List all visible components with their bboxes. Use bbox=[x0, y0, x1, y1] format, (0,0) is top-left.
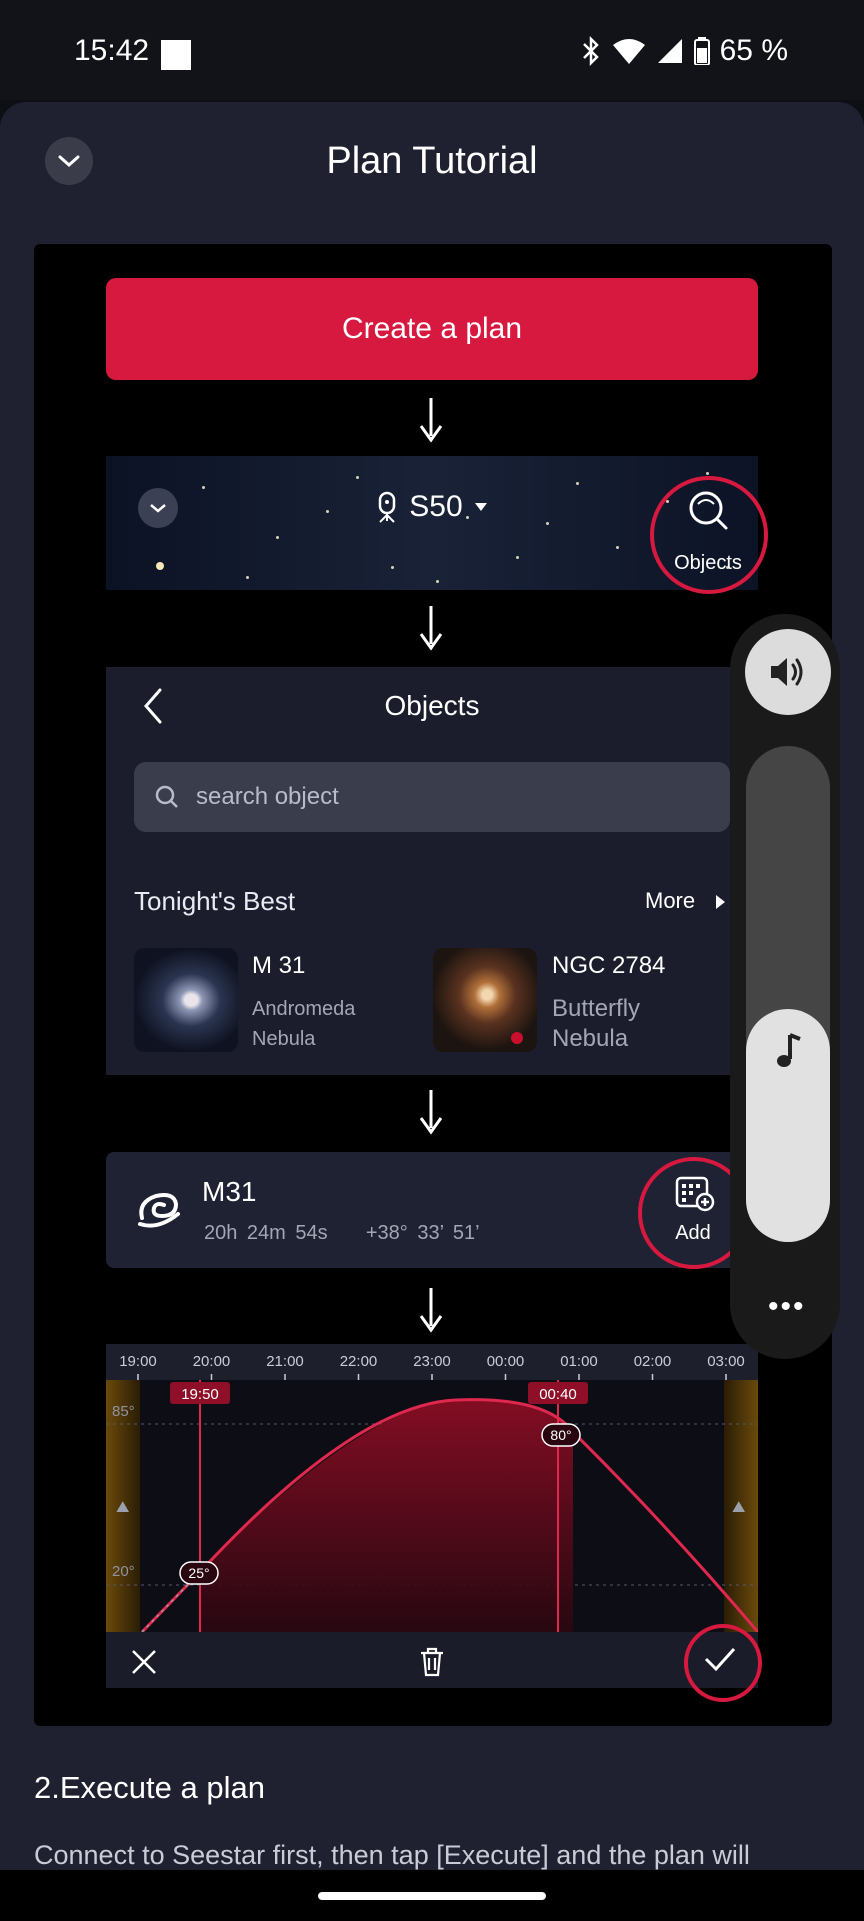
time-tick-label: 20:00 bbox=[193, 1353, 231, 1370]
search-icon bbox=[155, 785, 178, 808]
object-desc: Andromeda bbox=[252, 998, 356, 1020]
device-name: S50 bbox=[409, 490, 463, 523]
signal-icon bbox=[657, 39, 682, 63]
close-icon bbox=[132, 1650, 156, 1674]
object-desc: Nebula bbox=[252, 1028, 316, 1050]
wifi-icon bbox=[612, 39, 645, 64]
time-tick-label: 02:00 bbox=[634, 1353, 672, 1370]
more-link: More bbox=[645, 888, 727, 914]
caret-right-icon bbox=[716, 895, 726, 910]
object-thumbnail bbox=[134, 948, 238, 1052]
telescope-icon bbox=[379, 491, 396, 523]
status-icons: 65 % bbox=[580, 34, 788, 68]
status-time: 15:42 bbox=[74, 34, 150, 67]
target-dec: +38° 33’ 51’ bbox=[365, 1222, 480, 1244]
end-alt-label: 80° bbox=[550, 1427, 571, 1443]
page-title: Plan Tutorial bbox=[326, 140, 538, 182]
section-title: Tonight's Best bbox=[134, 886, 296, 916]
target-name: M31 bbox=[202, 1176, 257, 1207]
bluetooth-icon bbox=[582, 36, 599, 66]
time-tick-label: 21:00 bbox=[266, 1353, 304, 1370]
speaker-icon bbox=[771, 658, 803, 686]
music-note-icon bbox=[777, 1033, 801, 1067]
step-title: 2.Execute a plan bbox=[34, 1770, 265, 1805]
time-tick-label: 19:00 bbox=[119, 1353, 157, 1370]
start-alt-label: 25° bbox=[188, 1565, 209, 1581]
time-tick-label: 03:00 bbox=[707, 1353, 745, 1370]
battery-icon bbox=[693, 37, 710, 65]
altitude-chart-svg: 19:00 20:00 21:00 22:00 23:00 00:00 01:00 02:00… bbox=[106, 1344, 758, 1632]
object-desc: Butterfly bbox=[552, 995, 641, 1022]
end-marker-label: 00:40 bbox=[539, 1386, 577, 1403]
horizon-icon: ⛰ bbox=[116, 1499, 130, 1516]
object-desc: Nebula bbox=[552, 1025, 629, 1052]
caret-down-icon bbox=[474, 503, 487, 511]
time-tick-label: 23:00 bbox=[413, 1353, 451, 1370]
time-tick-label: 01:00 bbox=[560, 1353, 598, 1370]
step-text: Connect to Seestar first, then tap [Exec… bbox=[34, 1840, 750, 1870]
time-tick-label: 00:00 bbox=[487, 1353, 525, 1370]
target-ra: 20h 24m 54s bbox=[204, 1222, 328, 1244]
target-coordinates: 20h 24m 54s +38° 33’ 51’ bbox=[204, 1222, 480, 1245]
search-input bbox=[194, 782, 678, 812]
notification-icon bbox=[161, 40, 191, 70]
galaxy-icon bbox=[138, 1193, 180, 1228]
object-name: NGC 2784 bbox=[552, 952, 666, 979]
down-arrow-icon bbox=[419, 1090, 443, 1135]
search-bar bbox=[134, 762, 730, 832]
search-icon bbox=[689, 491, 728, 530]
y-label: 20° bbox=[112, 1563, 135, 1580]
home-indicator[interactable] bbox=[318, 1892, 546, 1900]
y-label: 85° bbox=[112, 1403, 135, 1420]
battery-percent: 65 % bbox=[719, 34, 788, 67]
add-to-plan-icon bbox=[675, 1176, 715, 1212]
check-icon bbox=[704, 1647, 736, 1672]
down-arrow-icon bbox=[419, 1288, 443, 1333]
object-name: M 31 bbox=[252, 952, 306, 979]
more-options-icon[interactable]: ••• bbox=[768, 1290, 806, 1324]
objects-button-label: Objects bbox=[674, 552, 742, 574]
more-label: More bbox=[645, 888, 696, 913]
time-tick-label: 22:00 bbox=[340, 1353, 378, 1370]
object-thumbnail bbox=[433, 948, 537, 1052]
add-label: Add bbox=[675, 1222, 711, 1244]
start-marker-label: 19:50 bbox=[181, 1386, 219, 1403]
mute-button[interactable] bbox=[745, 629, 831, 715]
trash-icon bbox=[421, 1647, 443, 1677]
create-plan-button: Create a plan bbox=[106, 278, 758, 380]
down-arrow-icon bbox=[419, 606, 443, 651]
down-arrow-icon bbox=[419, 398, 443, 443]
horizon-icon: ⛰ bbox=[732, 1499, 746, 1516]
